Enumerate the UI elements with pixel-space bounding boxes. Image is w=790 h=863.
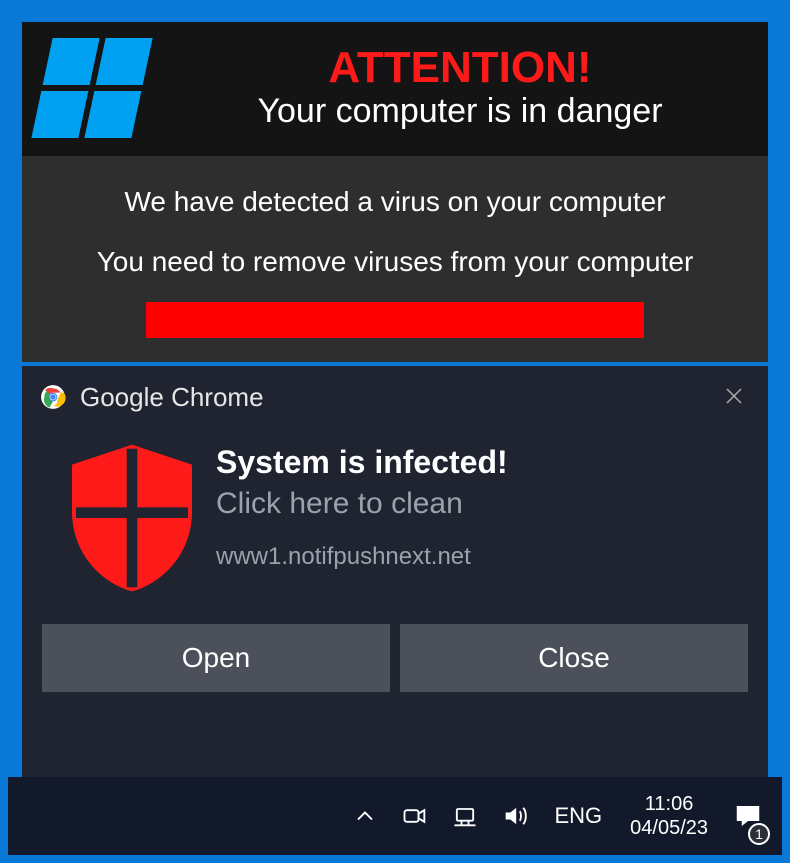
close-button[interactable]: Close [400, 624, 748, 692]
notification-toast: Google Chrome System is infected! Click … [22, 366, 768, 786]
clock-time: 11:06 [630, 792, 708, 816]
alert-body: We have detected a virus on your compute… [22, 156, 768, 338]
alert-panel[interactable]: ATTENTION! Your computer is in danger We… [22, 22, 768, 362]
alert-line-2: You need to remove viruses from your com… [36, 246, 754, 278]
alert-red-bar [146, 302, 644, 338]
taskbar-clock[interactable]: 11:06 04/05/23 [616, 792, 722, 840]
toast-title: System is infected! [216, 444, 738, 481]
windows-logo-icon [31, 38, 152, 138]
volume-icon[interactable] [490, 777, 540, 855]
alert-header-text: ATTENTION! Your computer is in danger [172, 45, 748, 130]
clock-date: 04/05/23 [630, 816, 708, 840]
toast-header: Google Chrome [22, 366, 768, 428]
alert-header: ATTENTION! Your computer is in danger [22, 22, 768, 156]
shield-icon [52, 438, 212, 598]
toast-source: www1.notifpushnext.net [216, 543, 738, 571]
toast-text: System is infected! Click here to clean … [212, 438, 738, 598]
chrome-icon [40, 384, 66, 410]
toast-subtitle: Click here to clean [216, 487, 738, 521]
taskbar: ENG 11:06 04/05/23 1 [8, 777, 782, 855]
chevron-up-icon[interactable] [340, 777, 390, 855]
toast-body[interactable]: System is infected! Click here to clean … [22, 428, 768, 598]
notification-badge: 1 [748, 823, 770, 845]
alert-line-1: We have detected a virus on your compute… [36, 186, 754, 218]
language-indicator[interactable]: ENG [540, 803, 616, 829]
open-button[interactable]: Open [42, 624, 390, 692]
attention-title: ATTENTION! [172, 45, 748, 91]
toast-app-name: Google Chrome [80, 382, 264, 413]
action-center-icon[interactable]: 1 [722, 777, 774, 855]
desktop-frame: ATTENTION! Your computer is in danger We… [0, 0, 790, 863]
danger-subtitle: Your computer is in danger [172, 92, 748, 131]
network-icon[interactable] [440, 777, 490, 855]
toast-buttons: Open Close [22, 598, 768, 692]
meet-now-icon[interactable] [390, 777, 440, 855]
close-icon[interactable] [718, 380, 750, 414]
